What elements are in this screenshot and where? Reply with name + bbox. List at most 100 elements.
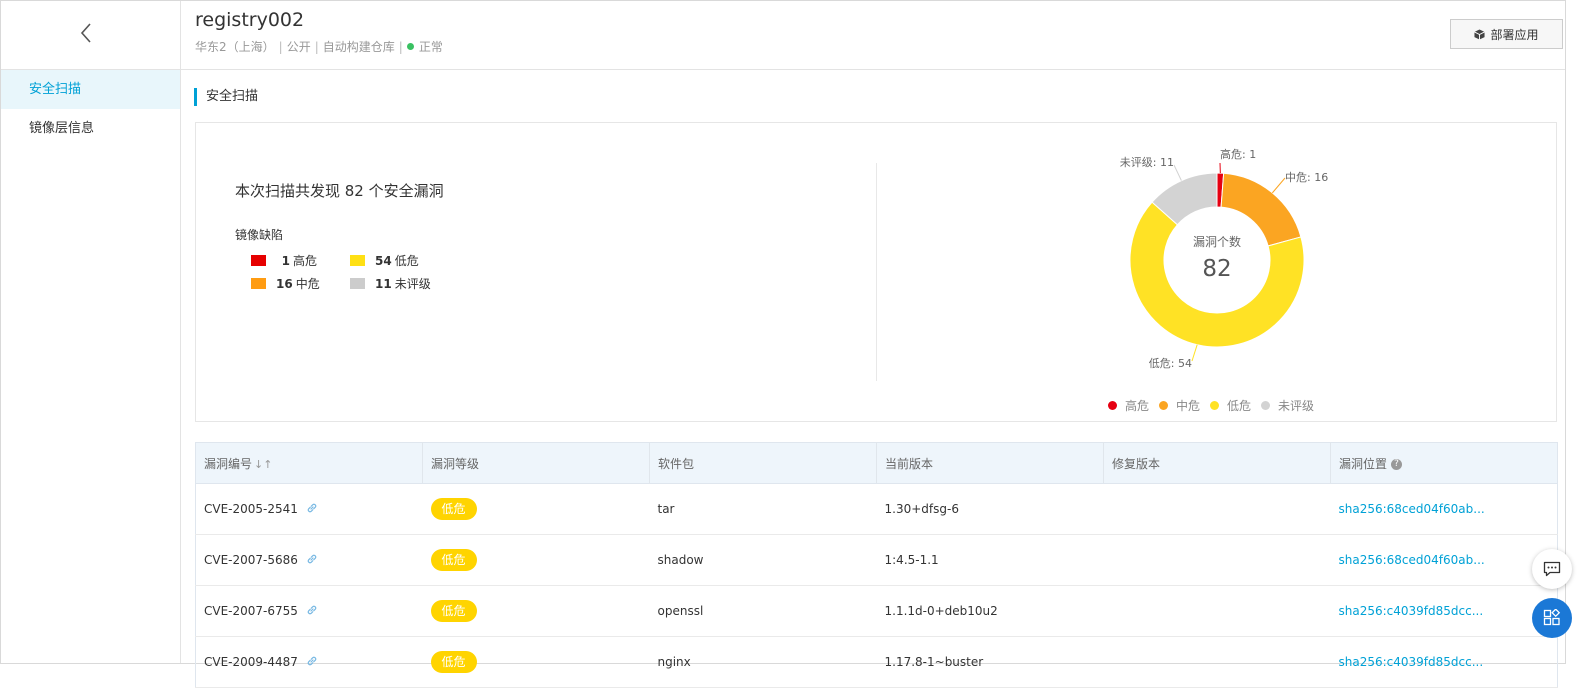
location-cell: sha256:68ced04f60ab... [1331,535,1558,586]
col-header-level: 漏洞等级 [423,443,650,484]
cve-cell: CVE-2007-5686 [196,535,423,586]
page-title: registry002 [195,9,304,31]
status-dot-icon [407,43,414,50]
back-area [1,1,180,70]
location-cell: sha256:c4039fd85dcc... [1331,637,1558,688]
table-header-row: 漏洞编号↓↑ 漏洞等级 软件包 当前版本 修复版本 漏洞位置? [196,443,1558,484]
callout-label-3: 未评级: 11 [1120,156,1174,169]
section-title: 安全扫描 [194,88,258,106]
chart-legend-item[interactable]: 未评级 [1261,397,1314,414]
callout-label-1: 中危: 16 [1285,171,1328,184]
package-cell: openssl [650,586,877,637]
apps-button[interactable] [1532,598,1572,638]
page-header: registry002 华东2（上海） | 公开 | 自动构建仓库 | 正常 部… [181,1,1565,70]
link-icon[interactable] [306,553,318,568]
link-icon[interactable] [306,502,318,517]
layer-digest-link[interactable]: sha256:c4039fd85dcc... [1339,604,1484,618]
col-header-cve[interactable]: 漏洞编号↓↑ [196,443,423,484]
fix-version-cell [1104,535,1331,586]
donut-center-value: 82 [1202,256,1231,282]
region-label: 华东2（上海） [195,38,275,55]
location-cell: sha256:c4039fd85dcc... [1331,586,1558,637]
col-header-location: 漏洞位置? [1331,443,1558,484]
chart-legend-label: 高危 [1125,397,1149,414]
repo-meta: 华东2（上海） | 公开 | 自动构建仓库 | 正常 [195,38,443,55]
level-cell: 低危 [423,637,650,688]
severity-badge: 低危 [431,600,477,622]
layer-digest-link[interactable]: sha256:68ced04f60ab... [1339,502,1485,516]
version-cell: 1.1.1d-0+deb10u2 [877,586,1104,637]
status-label: 正常 [419,38,443,55]
apps-grid-icon [1543,609,1561,627]
chat-icon [1543,561,1561,577]
level-cell: 低危 [423,586,650,637]
legend-dot-icon [1210,401,1219,410]
version-cell: 1:4.5-1.1 [877,535,1104,586]
feedback-button[interactable] [1532,549,1572,589]
meta-separator: | [279,40,283,54]
link-icon[interactable] [306,604,318,619]
meta-separator: | [315,40,319,54]
fix-version-cell [1104,586,1331,637]
callout-line-2 [1192,345,1197,361]
col-header-label: 修复版本 [1112,457,1160,471]
table-row: CVE-2007-5686 低危 shadow 1:4.5-1.1 sha256… [196,535,1558,586]
package-cell: shadow [650,535,877,586]
vulnerability-table: 漏洞编号↓↑ 漏洞等级 软件包 当前版本 修复版本 漏洞位置? CVE-2005… [195,442,1558,688]
col-header-fix-version: 修复版本 [1104,443,1331,484]
package-cell: nginx [650,637,877,688]
chart-legend-item[interactable]: 高危 [1108,397,1149,414]
callout-label-0: 高危: 1 [1220,147,1256,161]
callout-line-3 [1174,165,1181,181]
version-cell: 1.17.8-1~buster [877,637,1104,688]
table-row: CVE-2007-6755 低危 openssl 1.1.1d-0+deb10u… [196,586,1558,637]
sidebar-item-layer-info[interactable]: 镜像层信息 [1,109,180,148]
meta-separator: | [399,40,403,54]
chart-legend: 高危 中危 低危 未评级 [1108,397,1324,414]
cve-id: CVE-2007-5686 [204,553,298,567]
col-header-version: 当前版本 [877,443,1104,484]
sort-icon[interactable]: ↓↑ [254,458,272,471]
col-header-label: 当前版本 [885,457,933,471]
donut-center-label: 漏洞个数 [1193,234,1241,249]
severity-badge: 低危 [431,651,477,673]
visibility-label: 公开 [287,38,311,55]
sidebar-item-security-scan[interactable]: 安全扫描 [1,70,180,109]
back-arrow-icon[interactable] [77,21,97,45]
layer-digest-link[interactable]: sha256:68ced04f60ab... [1339,553,1485,567]
chart-legend-item[interactable]: 低危 [1210,397,1251,414]
vulnerability-donut-chart: 高危: 1 中危: 16 低危: 54 未评级: 11 漏洞个数 82 [196,123,1558,423]
fix-version-cell [1104,484,1331,535]
build-type-label: 自动构建仓库 [323,38,395,55]
layer-digest-link[interactable]: sha256:c4039fd85dcc... [1339,655,1484,669]
legend-dot-icon [1108,401,1117,410]
chart-legend-item[interactable]: 中危 [1159,397,1200,414]
col-header-label: 漏洞编号 [204,457,252,471]
cve-cell: CVE-2007-6755 [196,586,423,637]
chart-legend-label: 低危 [1227,397,1251,414]
col-header-package: 软件包 [650,443,877,484]
version-cell: 1.30+dfsg-6 [877,484,1104,535]
severity-badge: 低危 [431,498,477,520]
legend-dot-icon [1159,401,1168,410]
level-cell: 低危 [423,535,650,586]
cube-icon [1474,29,1485,40]
chart-legend-label: 未评级 [1278,397,1314,414]
chart-legend-label: 中危 [1176,397,1200,414]
deploy-app-button[interactable]: 部署应用 [1450,19,1563,49]
help-icon[interactable]: ? [1391,459,1402,470]
fix-version-cell [1104,637,1331,688]
package-cell: tar [650,484,877,535]
col-header-label: 漏洞位置 [1339,457,1387,471]
table-row: CVE-2005-2541 低危 tar 1.30+dfsg-6 sha256:… [196,484,1558,535]
sidebar: 安全扫描 镜像层信息 [1,1,181,663]
table-row: CVE-2009-4487 低危 nginx 1.17.8-1~buster s… [196,637,1558,688]
col-header-label: 漏洞等级 [431,457,479,471]
link-icon[interactable] [306,655,318,670]
cve-id: CVE-2005-2541 [204,502,298,516]
callout-label-2: 低危: 54 [1149,357,1192,370]
level-cell: 低危 [423,484,650,535]
callout-line-1 [1272,178,1285,193]
location-cell: sha256:68ced04f60ab... [1331,484,1558,535]
cve-id: CVE-2009-4487 [204,655,298,669]
